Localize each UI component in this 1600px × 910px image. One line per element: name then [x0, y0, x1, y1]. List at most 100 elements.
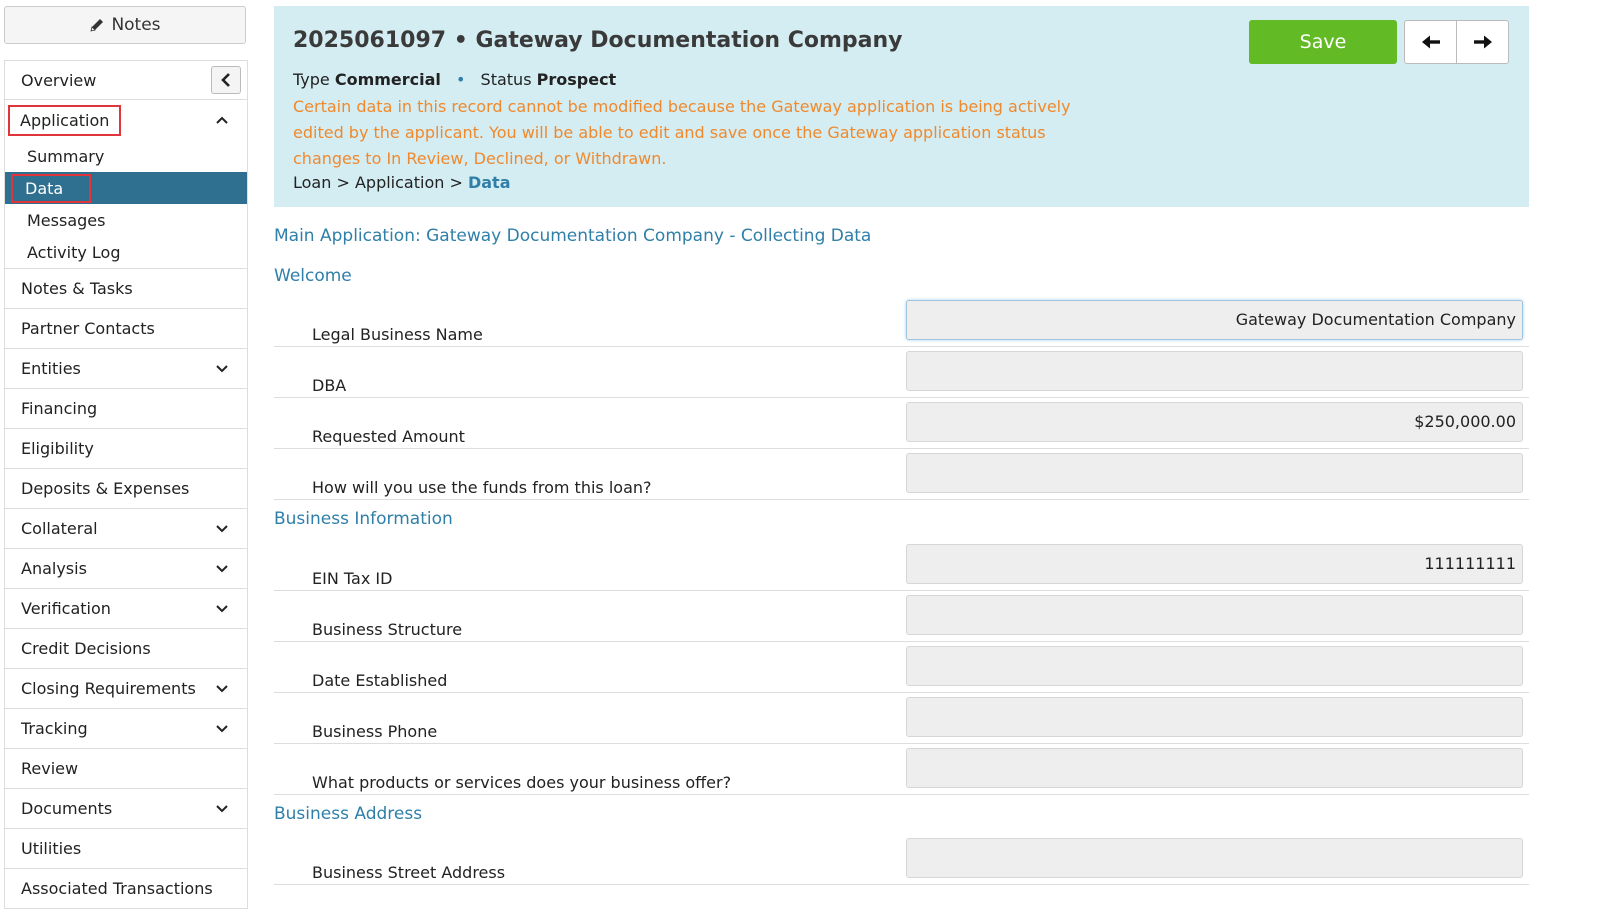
sidebar-item-analysis[interactable]: Analysis — [4, 549, 248, 589]
breadcrumb-current: Data — [467, 173, 511, 192]
collapse-sidebar-button[interactable] — [211, 66, 241, 94]
breadcrumb-item[interactable]: Application — [355, 173, 444, 192]
products-services-field[interactable] — [906, 748, 1523, 788]
sidebar-item-eligibility[interactable]: Eligibility — [4, 429, 248, 469]
save-button[interactable]: Save — [1249, 20, 1397, 64]
form-row-legal-business-name: Legal Business Name Gateway Documentatio… — [274, 296, 1529, 347]
type-value: Commercial — [334, 70, 441, 89]
chevron-down-icon — [216, 524, 228, 532]
sidebar-item-label: Overview — [21, 70, 97, 90]
sidebar-item-label: Associated Transactions — [21, 879, 213, 898]
form-row-use-of-funds: How will you use the funds from this loa… — [274, 449, 1529, 500]
sidebar-item-label: Analysis — [21, 559, 87, 578]
sidebar-item-label: Closing Requirements — [21, 679, 196, 698]
dba-field[interactable] — [906, 351, 1523, 391]
sidebar-item-documents[interactable]: Documents — [4, 789, 248, 829]
use-of-funds-field[interactable] — [906, 453, 1523, 493]
form-row-products-services: What products or services does your busi… — [274, 744, 1529, 795]
sidebar-subitem-summary[interactable]: Summary — [5, 140, 247, 172]
application-submenu: Summary Data Messages Activity Log — [4, 140, 248, 269]
chevron-down-icon — [216, 804, 228, 812]
previous-record-button[interactable] — [1405, 21, 1457, 63]
business-structure-field[interactable] — [906, 595, 1523, 635]
sidebar-subitem-label: Summary — [27, 146, 105, 166]
sidebar-item-label: Application — [8, 104, 122, 136]
sidebar-item-deposits-expenses[interactable]: Deposits & Expenses — [4, 469, 248, 509]
sidebar-item-label: Partner Contacts — [21, 319, 155, 338]
sidebar-item-label: Notes & Tasks — [21, 279, 133, 298]
sidebar-item-label: Entities — [21, 359, 81, 378]
arrow-right-icon — [1473, 35, 1492, 49]
sidebar-item-financing[interactable]: Financing — [4, 389, 248, 429]
requested-amount-field[interactable]: $250,000.00 — [906, 402, 1523, 442]
breadcrumb: Loan > Application > Data — [293, 173, 511, 192]
form-row-requested-amount: Requested Amount $250,000.00 — [274, 398, 1529, 449]
sidebar-subitem-label: Data — [11, 173, 92, 203]
sidebar-item-overview[interactable]: Overview — [4, 60, 248, 100]
sidebar-item-collateral[interactable]: Collateral — [4, 509, 248, 549]
sidebar-item-entities[interactable]: Entities — [4, 349, 248, 389]
sidebar-subitem-messages[interactable]: Messages — [5, 204, 247, 236]
sidebar-item-label: Financing — [21, 399, 98, 418]
field-label: Requested Amount — [312, 427, 465, 446]
field-label: Date Established — [312, 671, 448, 690]
section-title-welcome: Welcome — [274, 266, 352, 286]
separator-dot: • — [456, 70, 466, 89]
breadcrumb-item[interactable]: Loan — [293, 173, 331, 192]
field-label: Business Phone — [312, 722, 438, 741]
field-label: EIN Tax ID — [312, 569, 393, 588]
form-row-dba: DBA — [274, 347, 1529, 398]
record-header: 2025061097 • Gateway Documentation Compa… — [274, 6, 1529, 207]
street-address-field[interactable] — [906, 838, 1523, 878]
page-title: 2025061097 • Gateway Documentation Compa… — [293, 28, 903, 53]
business-phone-field[interactable] — [906, 697, 1523, 737]
form-row-date-established: Date Established — [274, 642, 1529, 693]
edit-lock-warning: Certain data in this record cannot be mo… — [293, 97, 1071, 168]
breadcrumb-separator: > — [449, 173, 468, 192]
chevron-down-icon — [216, 604, 228, 612]
date-established-field[interactable] — [906, 646, 1523, 686]
section-title-business-address: Business Address — [274, 804, 423, 824]
record-meta: Type Commercial • Status Prospect — [293, 70, 616, 89]
sidebar-item-label: Utilities — [21, 839, 82, 858]
sidebar-item-partner-contacts[interactable]: Partner Contacts — [4, 309, 248, 349]
main-application-title: Main Application: Gateway Documentation … — [274, 226, 872, 246]
sidebar-item-notes-tasks[interactable]: Notes & Tasks — [4, 269, 248, 309]
next-record-button[interactable] — [1457, 21, 1508, 63]
sidebar-item-review[interactable]: Review — [4, 749, 248, 789]
chevron-down-icon — [216, 364, 228, 372]
form-row-ein: EIN Tax ID 111111111 — [274, 540, 1529, 591]
legal-business-name-field[interactable]: Gateway Documentation Company — [906, 300, 1523, 340]
sidebar-item-application[interactable]: Application — [4, 100, 248, 140]
sidebar-subitem-activity-log[interactable]: Activity Log — [5, 236, 247, 268]
arrow-left-icon — [1421, 35, 1440, 49]
field-label: Business Street Address — [312, 863, 506, 882]
form-row-street-address: Business Street Address — [274, 834, 1529, 885]
notes-button[interactable]: Notes — [4, 6, 246, 44]
form-row-business-structure: Business Structure — [274, 591, 1529, 642]
field-label: Business Structure — [312, 620, 463, 639]
sidebar-item-credit-decisions[interactable]: Credit Decisions — [4, 629, 248, 669]
breadcrumb-separator: > — [336, 173, 355, 192]
sidebar-item-verification[interactable]: Verification — [4, 589, 248, 629]
sidebar-subitem-data[interactable]: Data — [5, 172, 247, 204]
ein-tax-id-field[interactable]: 111111111 — [906, 544, 1523, 584]
sidebar-item-label: Deposits & Expenses — [21, 479, 190, 498]
chevron-left-icon — [221, 73, 230, 87]
pencil-icon — [90, 19, 104, 32]
sidebar-item-tracking[interactable]: Tracking — [4, 709, 248, 749]
field-label: How will you use the funds from this loa… — [312, 478, 652, 497]
sidebar-subitem-label: Activity Log — [27, 242, 121, 262]
status-value: Prospect — [536, 70, 617, 89]
sidebar-item-label: Review — [21, 759, 79, 778]
sidebar-item-label: Collateral — [21, 519, 98, 538]
sidebar-item-associated-transactions[interactable]: Associated Transactions — [4, 869, 248, 909]
sidebar-item-label: Tracking — [21, 719, 88, 738]
field-label: DBA — [312, 376, 347, 395]
chevron-down-icon — [216, 684, 228, 692]
sidebar-item-closing-requirements[interactable]: Closing Requirements — [4, 669, 248, 709]
status-label: Status — [480, 70, 532, 89]
section-title-business-information: Business Information — [274, 509, 453, 529]
sidebar-item-utilities[interactable]: Utilities — [4, 829, 248, 869]
sidebar: Notes Overview Application Summary Data — [4, 6, 248, 910]
